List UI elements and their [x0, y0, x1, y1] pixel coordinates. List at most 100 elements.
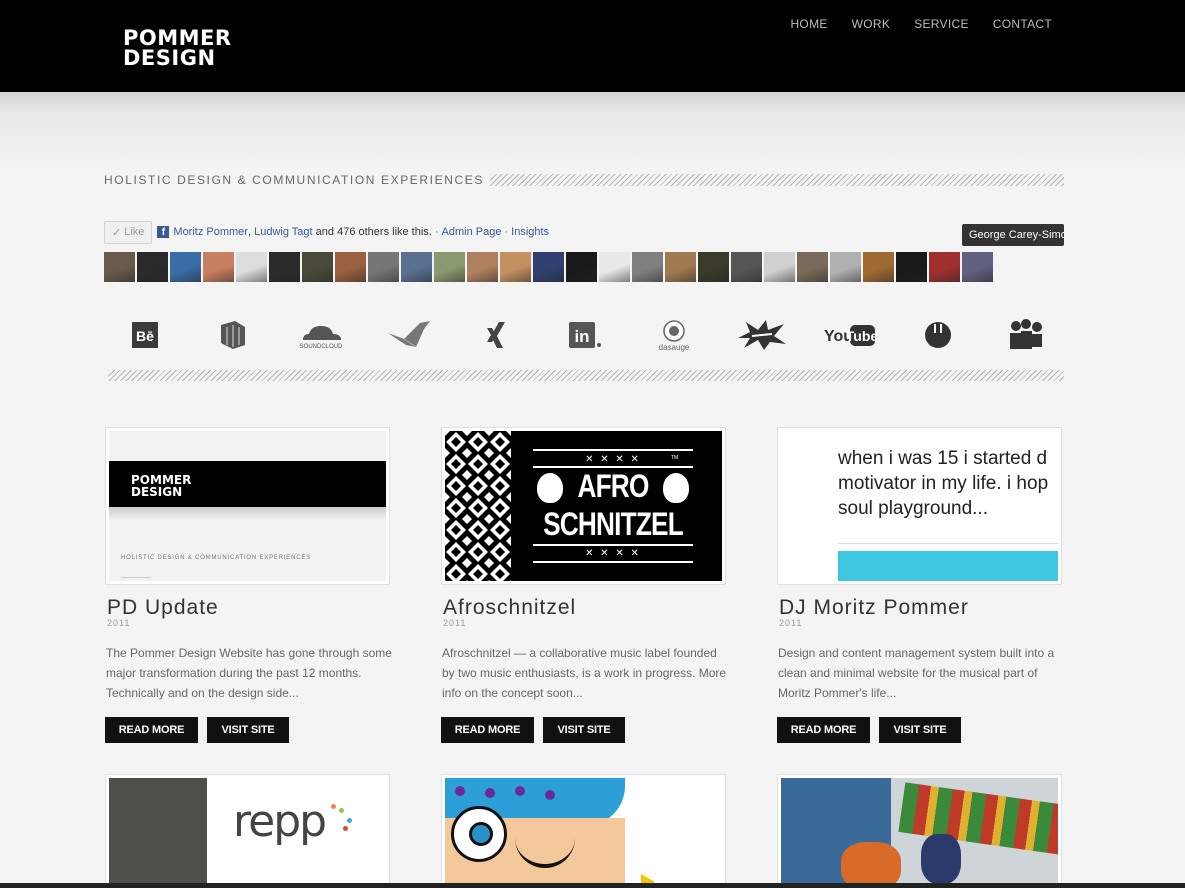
- fan-avatar[interactable]: [302, 252, 333, 282]
- header-band: [0, 92, 1185, 112]
- facebook-icon: f: [157, 226, 170, 238]
- insights-link[interactable]: Insights: [511, 226, 549, 238]
- fan-avatar[interactable]: [533, 252, 564, 282]
- bottom-bar: [0, 883, 1185, 888]
- nav-contact[interactable]: CONTACT: [993, 17, 1052, 31]
- soundcloud-icon[interactable]: SOUNDCLOUD: [294, 312, 348, 358]
- behance-icon[interactable]: Bē: [118, 312, 172, 358]
- site-header: POMMER DESIGN HOME WORK SERVICE CONTACT: [0, 0, 1185, 92]
- tagline-divider: [489, 174, 1064, 186]
- fan-avatar[interactable]: [434, 252, 465, 282]
- social-icons: Bē SOUNDCLOUD in dasauge You Tube: [104, 312, 1064, 358]
- site-logo[interactable]: POMMER DESIGN: [123, 26, 232, 70]
- like-label: Like: [124, 226, 145, 238]
- fan-avatar[interactable]: [368, 252, 399, 282]
- forrst-icon[interactable]: [206, 312, 260, 358]
- friend-link-1[interactable]: Moritz Pommer: [173, 226, 248, 238]
- content-top-gradient: [0, 112, 1185, 172]
- read-more-button[interactable]: READ MORE: [441, 717, 534, 743]
- fan-avatar[interactable]: [929, 252, 960, 282]
- project-title[interactable]: DJ Moritz Pommer: [779, 596, 969, 620]
- youtube-icon[interactable]: You Tube: [823, 312, 877, 358]
- thumb-afro: AFRO: [577, 468, 649, 504]
- social-divider: [108, 370, 1064, 381]
- thumb-tagline: HOLISTIC DESIGN & COMMUNICATION EXPERIEN…: [121, 555, 311, 561]
- fan-avatar[interactable]: [401, 252, 432, 282]
- project-title[interactable]: PD Update: [107, 596, 219, 620]
- fan-avatar[interactable]: [335, 252, 366, 282]
- fan-avatar[interactable]: [104, 252, 135, 282]
- avatar-tooltip: George Carey-Simos: [962, 224, 1064, 246]
- main-nav: HOME WORK SERVICE CONTACT: [790, 17, 1052, 31]
- separator-dot: ·: [504, 226, 509, 238]
- nav-service[interactable]: SERVICE: [914, 17, 969, 31]
- bird-icon[interactable]: [382, 312, 436, 358]
- visit-site-button[interactable]: VISIT SITE: [543, 717, 625, 743]
- fan-avatar[interactable]: [896, 252, 927, 282]
- nav-home[interactable]: HOME: [790, 17, 827, 31]
- xing-icon[interactable]: [470, 312, 524, 358]
- fan-avatar[interactable]: [830, 252, 861, 282]
- dasauge-icon[interactable]: dasauge: [647, 312, 701, 358]
- admin-page-link[interactable]: Admin Page: [442, 226, 502, 238]
- behance-text: Bē: [136, 328, 154, 344]
- visit-site-button[interactable]: VISIT SITE: [879, 717, 961, 743]
- thumb-x-top: ✕ ✕ ✕ ✕: [585, 454, 641, 465]
- fan-avatar[interactable]: [863, 252, 894, 282]
- myspace-icon[interactable]: [999, 312, 1053, 358]
- face-left-icon: [537, 473, 563, 503]
- fan-avatar[interactable]: [269, 252, 300, 282]
- visit-site-button[interactable]: VISIT SITE: [207, 717, 289, 743]
- circle-icon[interactable]: [911, 312, 965, 358]
- project-thumbnail[interactable]: ✕ ✕ ✕ ✕ TM AFRO SCHNITZEL ✕ ✕ ✕ ✕: [441, 427, 726, 585]
- friend-link-2[interactable]: Ludwig Tagt: [254, 226, 313, 238]
- fan-avatars: [104, 252, 993, 282]
- like-button[interactable]: ✓ Like: [104, 220, 153, 244]
- read-more-button[interactable]: READ MORE: [777, 717, 870, 743]
- thumb-schnitzel: SCHNITZEL: [543, 506, 684, 542]
- tagline: HOLISTIC DESIGN & COMMUNICATION EXPERIEN…: [104, 173, 484, 187]
- youtube-tube-text: Tube: [846, 328, 876, 344]
- fan-avatar[interactable]: [500, 252, 531, 282]
- fan-avatar[interactable]: [665, 252, 696, 282]
- project-title[interactable]: Afroschnitzel: [443, 596, 576, 620]
- checkmark-icon: ✓: [112, 226, 122, 239]
- project-thumbnail-character[interactable]: [441, 774, 726, 888]
- logo-line-1: POMMER: [123, 26, 232, 50]
- logo-line-2: DESIGN: [123, 46, 216, 70]
- project-thumbnail[interactable]: when i was 15 i started d motivator in m…: [777, 427, 1062, 585]
- fan-avatar[interactable]: [962, 252, 993, 282]
- separator-dot: ·: [434, 226, 439, 238]
- face-right-icon: [663, 473, 689, 503]
- project-thumbnail-repp[interactable]: repp: [105, 774, 390, 888]
- facebook-like-box: ✓ Like f Moritz Pommer, Ludwig Tagt and …: [104, 220, 549, 244]
- project-thumbnail-toys[interactable]: [777, 774, 1062, 888]
- fan-avatar[interactable]: [764, 252, 795, 282]
- linkedin-text: in: [575, 327, 590, 346]
- fan-avatar[interactable]: [236, 252, 267, 282]
- fan-avatar[interactable]: [797, 252, 828, 282]
- fan-avatar[interactable]: [467, 252, 498, 282]
- fan-avatar[interactable]: [599, 252, 630, 282]
- fan-avatar[interactable]: [731, 252, 762, 282]
- thumb-x-bottom: ✕ ✕ ✕ ✕: [585, 548, 641, 559]
- soundcloud-text: SOUNDCLOUD: [300, 344, 343, 350]
- project-thumbnail[interactable]: POMMER DESIGN HOLISTIC DESIGN & COMMUNIC…: [105, 427, 390, 585]
- fan-avatar[interactable]: [698, 252, 729, 282]
- fan-avatar[interactable]: [566, 252, 597, 282]
- project-year: 2011: [443, 618, 467, 628]
- project-year: 2011: [779, 618, 803, 628]
- others-text: and 476 others like this.: [315, 226, 432, 238]
- splash-icon[interactable]: [735, 312, 789, 358]
- read-more-button[interactable]: READ MORE: [105, 717, 198, 743]
- nav-work[interactable]: WORK: [852, 17, 891, 31]
- fan-avatar[interactable]: [170, 252, 201, 282]
- fan-avatar[interactable]: [137, 252, 168, 282]
- tagline-row: HOLISTIC DESIGN & COMMUNICATION EXPERIEN…: [104, 172, 1064, 188]
- dasauge-text: dasauge: [658, 343, 689, 352]
- linkedin-icon[interactable]: in: [558, 312, 612, 358]
- project-description: Afroschnitzel — a collaborative music la…: [442, 646, 727, 700]
- fan-avatar[interactable]: [632, 252, 663, 282]
- thumb-tm: TM: [671, 455, 679, 461]
- fan-avatar[interactable]: [203, 252, 234, 282]
